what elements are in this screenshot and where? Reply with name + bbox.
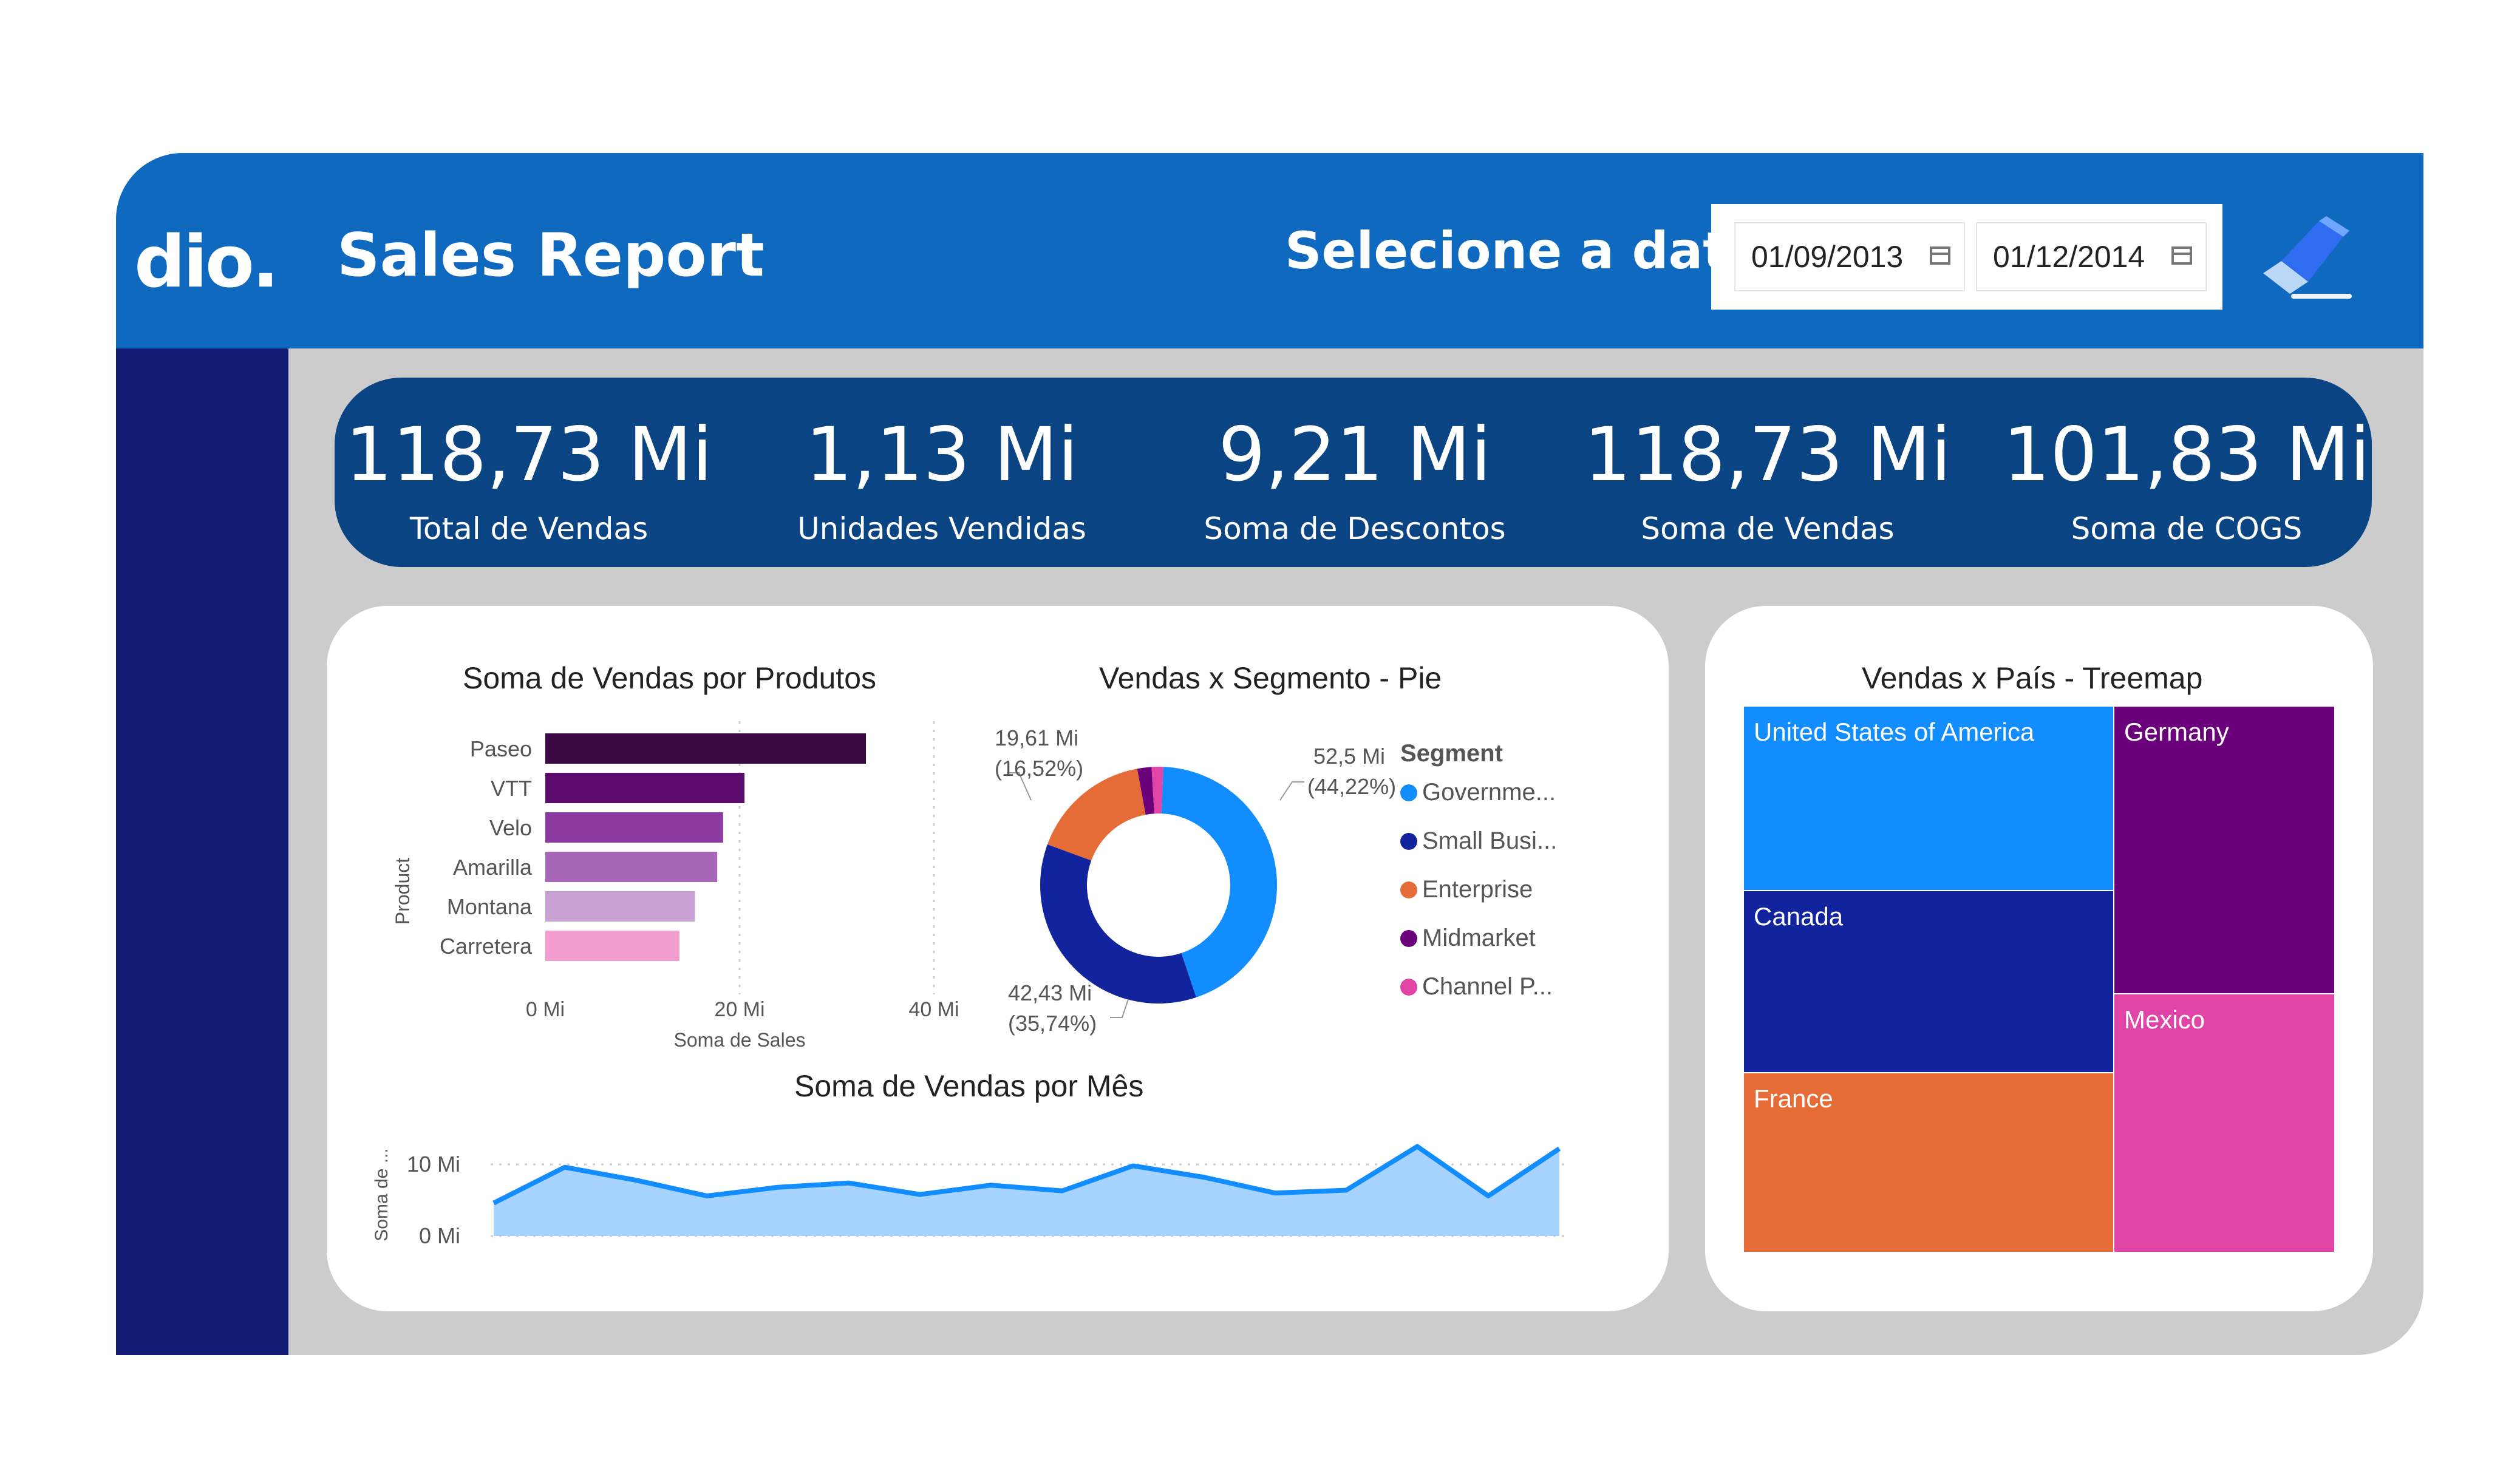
dio-logo: dio.: [134, 220, 279, 304]
y-axis-title: Soma de ...: [372, 1148, 392, 1241]
treemap-cell-canada[interactable]: Canada: [1744, 891, 2113, 1072]
treemap-label: Mexico: [2124, 1005, 2205, 1034]
calendar-icon[interactable]: [1930, 246, 1950, 265]
x-axis-title: Soma de Sales: [673, 1029, 805, 1051]
y-tick-label: 0 Mi: [419, 1223, 460, 1248]
kpi-label: Soma de Descontos: [1204, 511, 1506, 546]
treemap-cell-france[interactable]: France: [1744, 1073, 2113, 1252]
legend-item[interactable]: Channel P...: [1422, 973, 1553, 1000]
end-date-input[interactable]: 01/12/2014: [1976, 222, 2207, 291]
start-date-input[interactable]: 01/09/2013: [1734, 222, 1965, 291]
pie-label-value: 52,5 Mi: [1313, 744, 1385, 769]
treemap-title: Vendas x País - Treemap: [1862, 661, 2203, 695]
end-date-value: 01/12/2014: [1993, 240, 2145, 274]
treemap-cell-mexico[interactable]: Mexico: [2114, 994, 2334, 1252]
pie-label-pct: (16,52%): [995, 756, 1083, 781]
bar-carretera[interactable]: [545, 931, 679, 961]
pie-label-value: 42,43 Mi: [1008, 980, 1092, 1005]
kpi-label: Unidades Vendidas: [797, 511, 1086, 546]
x-tick-label: 40 Mi: [908, 998, 959, 1021]
calendar-icon[interactable]: [2171, 246, 2192, 265]
treemap-cell-germany[interactable]: Germany: [2114, 707, 2334, 993]
monthly-area-chart: 10 Mi 0 Mi Soma de ...: [372, 1144, 1565, 1248]
treemap-cell-usa[interactable]: United States of America: [1744, 707, 2113, 890]
x-tick-label: 20 Mi: [714, 998, 765, 1021]
kpi-value: 9,21 Mi: [1218, 412, 1491, 498]
legend-marker: [1400, 833, 1417, 850]
side-navigation: [116, 348, 288, 1355]
pie-label-pct: (35,74%): [1008, 1011, 1097, 1036]
kpi-soma-cogs: 101,83 Mi Soma de COGS: [1992, 378, 2381, 567]
kpi-value: 1,13 Mi: [805, 412, 1078, 498]
donut-slice[interactable]: [1040, 844, 1196, 1004]
kpi-unidades-vendidas: 1,13 Mi Unidades Vendidas: [747, 378, 1136, 567]
legend-marker: [1400, 979, 1417, 996]
category-label: Paseo: [470, 736, 532, 761]
bar-paseo[interactable]: [545, 733, 866, 764]
category-label: Carretera: [440, 934, 533, 959]
y-axis-title: Product: [392, 858, 414, 925]
bar-montana[interactable]: [545, 891, 695, 922]
kpi-label: Soma de Vendas: [1641, 511, 1895, 546]
legend-title: Segment: [1400, 740, 1503, 767]
kpi-value: 118,73 Mi: [345, 412, 713, 498]
category-label: Velo: [489, 815, 532, 840]
pie-label-pct: (44,22%): [1307, 774, 1396, 799]
bar-vtt[interactable]: [545, 773, 744, 803]
donut-slice[interactable]: [1047, 769, 1146, 861]
area-chart-title: Soma de Vendas por Mês: [794, 1069, 1144, 1103]
kpi-value: 101,83 Mi: [2003, 412, 2371, 498]
page-title: Sales Report: [337, 221, 765, 290]
eraser-icon[interactable]: [2258, 214, 2362, 305]
header-bar: dio. Sales Report Selecione a data 01/09…: [116, 153, 2423, 348]
start-date-value: 01/09/2013: [1751, 240, 1904, 274]
kpi-soma-vendas: 118,73 Mi Soma de Vendas: [1573, 378, 1962, 567]
treemap-label: United States of America: [1754, 718, 2035, 746]
bar-velo[interactable]: [545, 812, 723, 843]
products-bar-chart: Paseo VTT Velo Amarilla Montana Carretera 0 M…: [392, 721, 959, 1051]
treemap-label: Germany: [2124, 718, 2229, 746]
charts-card: Soma de Vendas por Produtos Vendas x Seg…: [327, 606, 1669, 1311]
legend-marker: [1400, 881, 1417, 898]
kpi-total-vendas: 118,73 Mi Total de Vendas: [335, 378, 723, 567]
kpi-value: 118,73 Mi: [1584, 412, 1952, 498]
date-filter-label: Selecione a data: [1285, 221, 1762, 280]
treemap-label: Canada: [1754, 902, 1844, 931]
category-label: VTT: [491, 776, 532, 801]
legend-item[interactable]: Small Busi...: [1422, 827, 1557, 854]
treemap-card: Vendas x País - Treemap United States of…: [1705, 606, 2373, 1311]
kpi-band: 118,73 Mi Total de Vendas 1,13 Mi Unidad…: [335, 378, 2372, 567]
kpi-label: Total de Vendas: [409, 511, 649, 546]
pie-chart-title: Vendas x Segmento - Pie: [1099, 661, 1442, 695]
kpi-soma-descontos: 9,21 Mi Soma de Descontos: [1160, 378, 1549, 567]
legend-item[interactable]: Governme...: [1422, 779, 1556, 806]
legend-marker: [1400, 930, 1417, 947]
legend-marker: [1400, 784, 1417, 801]
category-label: Amarilla: [453, 855, 533, 880]
legend-item[interactable]: Midmarket: [1422, 925, 1536, 951]
legend-item[interactable]: Enterprise: [1422, 876, 1533, 903]
bar-amarilla[interactable]: [545, 852, 718, 882]
kpi-label: Soma de COGS: [2071, 511, 2303, 546]
y-tick-label: 10 Mi: [407, 1152, 460, 1177]
treemap-label: France: [1754, 1084, 1833, 1113]
category-label: Montana: [447, 894, 533, 919]
date-range-slicer: 01/09/2013 01/12/2014: [1711, 204, 2222, 310]
x-tick-label: 0 Mi: [526, 998, 565, 1021]
segment-donut-chart: 19,61 Mi (16,52%) 52,5 Mi (44,22%) 42,43…: [995, 725, 1557, 1036]
pie-label-value: 19,61 Mi: [995, 725, 1078, 750]
